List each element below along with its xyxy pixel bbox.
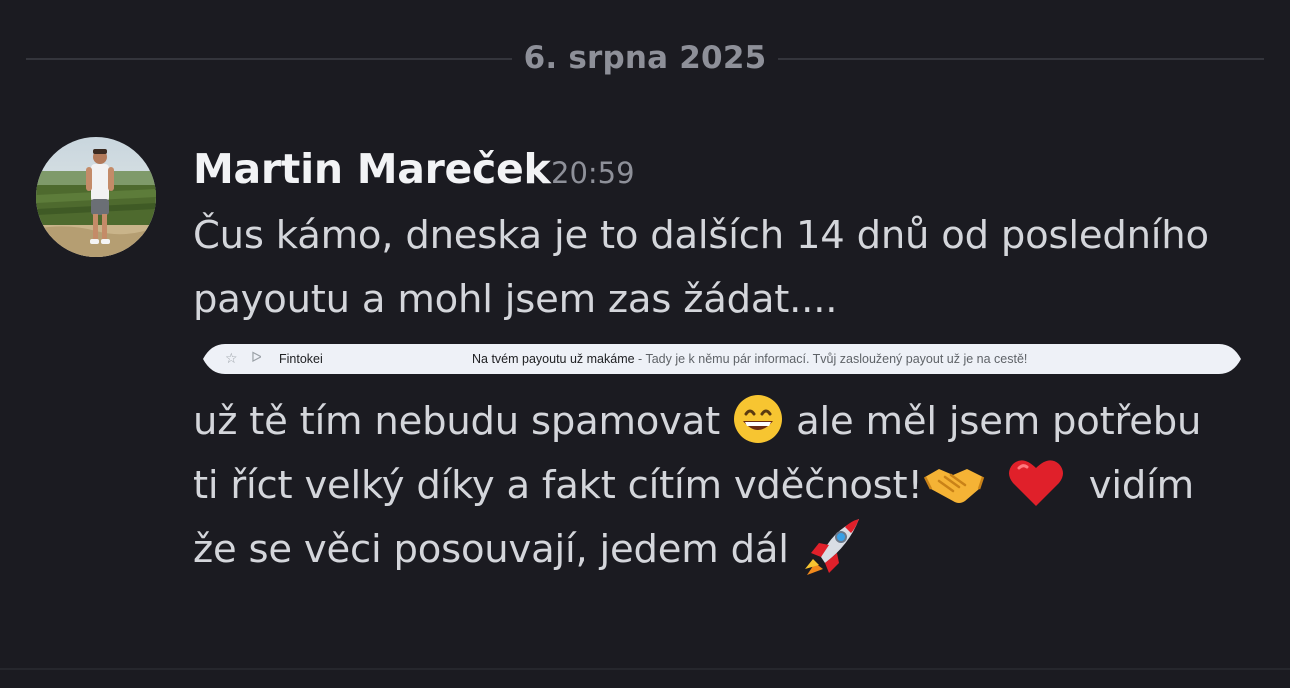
avatar[interactable] bbox=[36, 137, 156, 257]
avatar-photo bbox=[36, 137, 156, 257]
star-icon: ☆ bbox=[225, 351, 238, 367]
email-subject-line: Na tvém payoutu už makáme - Tady je k ně… bbox=[472, 351, 1027, 367]
message-line: payoutu a mohl jsem zas žádat.... bbox=[193, 277, 838, 322]
bottom-separator bbox=[0, 668, 1290, 670]
divider-line-right bbox=[778, 58, 1264, 60]
message-line: už tě tím nebudu spamovat ale měl jsem p… bbox=[193, 390, 1201, 454]
rocket-icon bbox=[804, 518, 859, 575]
message-segment: že se věci posouvají, jedem dál bbox=[193, 527, 789, 572]
message-line: ti říct velký díky a fakt cítím vděčnost… bbox=[193, 454, 1201, 518]
author-name[interactable]: Martin Mareček bbox=[193, 145, 551, 193]
important-marker-icon: ᐅ bbox=[251, 350, 262, 366]
grinning-face-icon bbox=[734, 394, 783, 443]
message-text-part2: už tě tím nebudu spamovat ale měl jsem p… bbox=[193, 390, 1201, 582]
email-separator: - bbox=[634, 352, 646, 366]
message-line: že se věci posouvají, jedem dál bbox=[193, 518, 1201, 582]
message-segment: ale měl jsem potřebu bbox=[784, 399, 1202, 444]
message-segment: vidím bbox=[1076, 463, 1194, 508]
message-segment: už tě tím nebudu spamovat bbox=[193, 399, 721, 444]
date-label: 6. srpna 2025 bbox=[523, 40, 767, 76]
message-line: Čus kámo, dneska je to dalších 14 dnů od… bbox=[193, 213, 1209, 258]
handshake-icon bbox=[923, 468, 984, 503]
message-text-part1: Čus kámo, dneska je to dalších 14 dnů od… bbox=[193, 204, 1209, 332]
message-segment: ti říct velký díky a fakt cítím vděčnost… bbox=[193, 463, 923, 508]
red-heart-icon bbox=[1008, 459, 1063, 506]
email-snippet: Tady je k němu pár informací. Tvůj zaslo… bbox=[645, 352, 1028, 366]
divider-line-left bbox=[26, 58, 512, 60]
email-preview-image[interactable]: ☆ ᐅ Fintokei Na tvém payoutu už makáme -… bbox=[203, 343, 1241, 375]
message-timestamp[interactable]: 20:59 bbox=[551, 156, 635, 190]
date-divider: 6. srpna 2025 bbox=[26, 36, 1264, 82]
email-subject: Na tvém payoutu už makáme bbox=[472, 352, 635, 366]
email-sender: Fintokei bbox=[279, 352, 323, 366]
